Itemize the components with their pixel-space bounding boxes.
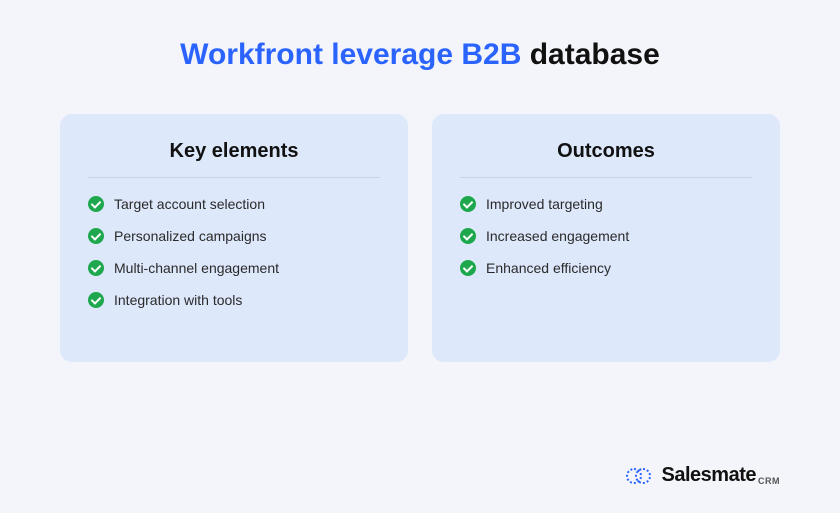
item-text: Personalized campaigns — [114, 228, 267, 244]
item-text: Enhanced efficiency — [486, 260, 611, 276]
item-text: Improved targeting — [486, 196, 603, 212]
title-highlight: Workfront leverage B2B — [180, 38, 521, 71]
item-text: Increased engagement — [486, 228, 629, 244]
check-icon — [88, 196, 104, 212]
title-rest: database — [530, 38, 660, 71]
brand-suffix: CRM — [758, 476, 780, 486]
item-text: Target account selection — [114, 196, 265, 212]
check-icon — [460, 260, 476, 276]
item-text: Multi-channel engagement — [114, 260, 279, 276]
brand-badge: SalesmateCRM — [626, 464, 780, 487]
check-icon — [460, 196, 476, 212]
item-text: Integration with tools — [114, 292, 242, 308]
list-item: Improved targeting — [460, 196, 752, 212]
check-icon — [88, 292, 104, 308]
card-title: Key elements — [88, 140, 380, 178]
brand-logo-icon — [626, 466, 654, 486]
list-item: Target account selection — [88, 196, 380, 212]
list-item: Enhanced efficiency — [460, 260, 752, 276]
page-title: Workfront leverage B2B database — [60, 38, 780, 72]
list-item: Integration with tools — [88, 292, 380, 308]
check-icon — [88, 228, 104, 244]
brand-name: Salesmate — [662, 464, 756, 486]
check-icon — [88, 260, 104, 276]
list-item: Multi-channel engagement — [88, 260, 380, 276]
card-key-elements: Key elements Target account selection Pe… — [60, 114, 408, 362]
list-item: Personalized campaigns — [88, 228, 380, 244]
card-title: Outcomes — [460, 140, 752, 178]
card-outcomes: Outcomes Improved targeting Increased en… — [432, 114, 780, 362]
check-icon — [460, 228, 476, 244]
cards-row: Key elements Target account selection Pe… — [60, 114, 780, 362]
list-item: Increased engagement — [460, 228, 752, 244]
